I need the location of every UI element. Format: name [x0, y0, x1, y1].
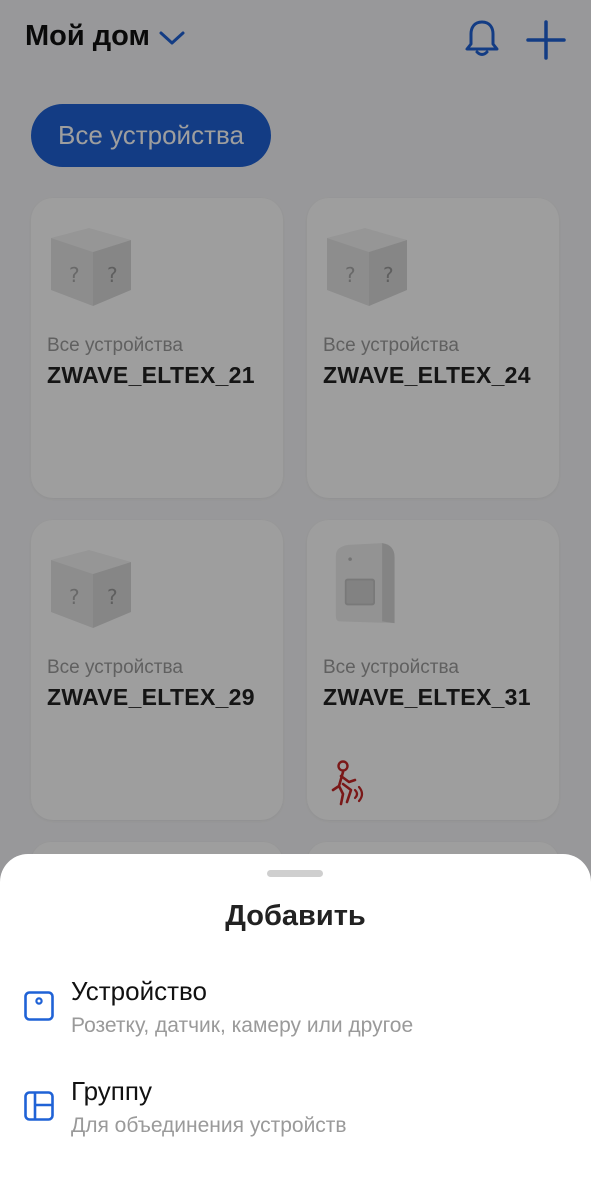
sheet-title: Добавить: [225, 900, 366, 932]
sheet-drag-handle[interactable]: [267, 870, 323, 877]
option-subtitle: Для объединения устройств: [71, 1114, 347, 1137]
option-subtitle: Розетку, датчик, камеру или другое: [71, 1014, 414, 1037]
group-icon: [24, 1091, 54, 1121]
option-label: Группу: [71, 1076, 152, 1106]
device-icon: [24, 991, 54, 1021]
add-group-option[interactable]: Группу Для объединения устройств: [0, 1076, 591, 1156]
add-device-option[interactable]: Устройство Розетку, датчик, камеру или д…: [0, 976, 591, 1056]
option-label: Устройство: [71, 976, 208, 1006]
add-bottom-sheet: Добавить Устройство Розетку, датчик, кам…: [0, 854, 591, 1186]
